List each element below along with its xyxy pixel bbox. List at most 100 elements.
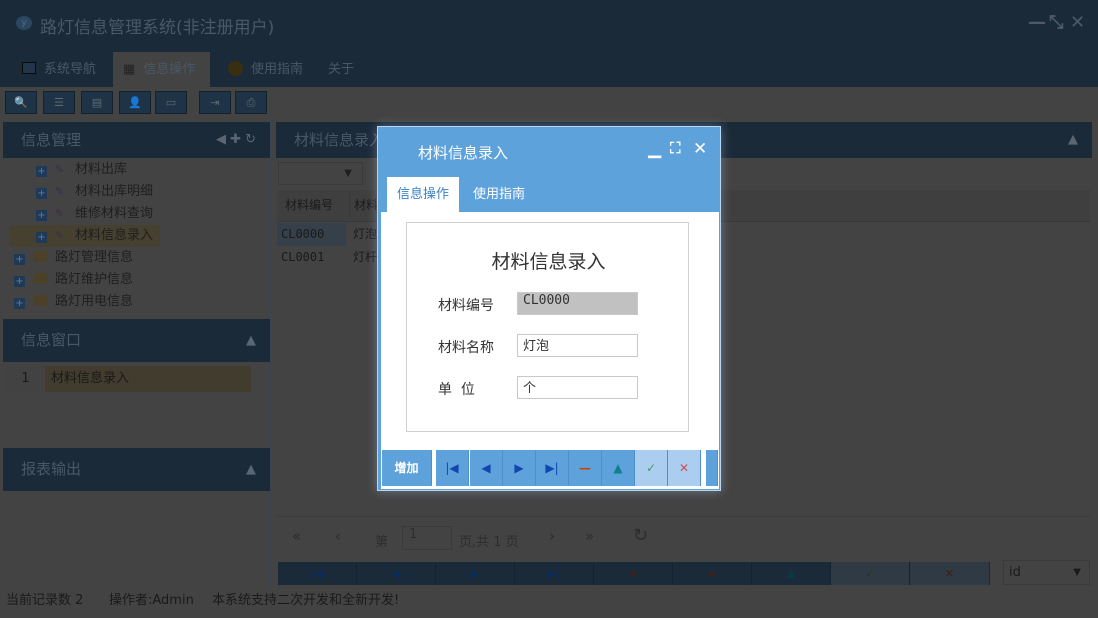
close-icon[interactable]: ✕ <box>1070 12 1085 33</box>
table-cell[interactable]: 灯泡 <box>349 223 377 246</box>
field-label: 单 位 <box>438 379 475 399</box>
first-record-icon[interactable]: |◀ <box>278 562 357 585</box>
last-record-icon[interactable]: ▶| <box>515 562 594 585</box>
folder-icon <box>33 273 48 284</box>
page-input[interactable]: 1 <box>402 526 452 550</box>
prev-record-icon[interactable]: ◀ <box>357 562 436 585</box>
window-icon[interactable]: ▭ <box>155 91 187 114</box>
panel-header-info-mgmt: 信息管理 ◀ ✚ ↻ <box>3 122 270 158</box>
confirm-icon[interactable]: ✓ <box>635 450 668 486</box>
panel-tools[interactable]: ◀ ✚ ↻ <box>216 122 256 158</box>
last-page-icon[interactable]: » <box>585 527 594 545</box>
prev-page-icon[interactable]: ‹ <box>335 527 341 545</box>
tree-item[interactable]: +✎材料出库 <box>10 159 268 181</box>
sort-field-select[interactable]: id▼ <box>1003 560 1090 585</box>
tree-item[interactable]: +✎材料出库明细 <box>10 181 268 203</box>
help-icon <box>228 61 243 76</box>
document-icon[interactable]: ▤ <box>81 91 113 114</box>
tree-item-label: 路灯用电信息 <box>55 294 133 309</box>
filter-dropdown[interactable]: ▼ <box>278 162 363 185</box>
unit-input[interactable]: 个 <box>517 376 638 399</box>
dialog-tab-guide[interactable]: 使用指南 <box>463 177 535 212</box>
tab-system-nav[interactable]: 系统导航 <box>12 52 106 87</box>
tree-item-label: 材料信息录入 <box>75 228 153 243</box>
cancel-icon[interactable]: ✕ <box>668 450 701 486</box>
page-label: 第 <box>375 531 388 550</box>
tree-folder[interactable]: +路灯用电信息 <box>10 291 268 313</box>
collapse-icon: ▲ <box>246 319 256 362</box>
form-title: 材料信息录入 <box>407 247 690 274</box>
status-bar: 当前记录数 2 操作者:Admin 本系统支持二次开发和全新开发! <box>0 590 1098 612</box>
minimize-icon[interactable]: ▁ <box>648 139 661 159</box>
delete-icon[interactable]: — <box>569 450 602 486</box>
page-total: 页,共 1 页 <box>459 531 519 550</box>
first-page-icon[interactable]: « <box>292 527 301 545</box>
users-icon[interactable]: 👤 <box>119 91 151 114</box>
list-icon[interactable]: ☰ <box>43 91 75 114</box>
grid-body: CL0000 灯泡 CL0001 灯杆 <box>277 223 377 269</box>
panel-header-info-window[interactable]: 信息窗口▲ <box>3 319 270 362</box>
collapse-icon: ▲ <box>246 448 256 491</box>
tab-about[interactable]: 关于 <box>318 52 364 87</box>
dialog-toolbar: 增加 |◀ ◀ ▶ ▶| — ▲ ✓ ✕ <box>381 449 719 489</box>
tree-item-label: 路灯维护信息 <box>55 272 133 287</box>
add-button[interactable]: 增加 <box>382 450 432 486</box>
material-code-input[interactable]: CL0000 <box>517 292 638 315</box>
cancel-icon[interactable]: ✕ <box>910 562 989 585</box>
edit-icon[interactable]: ▲ <box>602 450 635 486</box>
tree-folder[interactable]: +路灯维护信息 <box>10 269 268 291</box>
tree-item-label: 维修材料查询 <box>75 206 153 221</box>
restore-icon[interactable]: ⤡ <box>1049 12 1063 33</box>
search-icon[interactable]: 🔍 <box>5 91 37 114</box>
collapse-icon[interactable]: ▲ <box>1068 122 1078 158</box>
tab-info-ops[interactable]: ▦信息操作 <box>113 52 210 87</box>
record-count: 当前记录数 2 <box>6 590 83 612</box>
refresh-icon[interactable]: ↻ <box>633 525 648 546</box>
wand-icon: ✎ <box>55 159 67 181</box>
last-record-icon[interactable]: ▶| <box>536 450 569 486</box>
window-list-item[interactable]: 1材料信息录入 <box>6 366 251 395</box>
more-button[interactable] <box>706 450 718 486</box>
maximize-icon[interactable]: ⛶ <box>670 139 681 157</box>
delete-record-icon[interactable]: = <box>673 562 752 585</box>
nav-tree: +✎材料出库 +✎材料出库明细 +✎维修材料查询 +✎材料信息录入 +路灯管理信… <box>10 159 268 313</box>
status-note: 本系统支持二次开发和全新开发! <box>212 590 399 612</box>
tree-item-label: 路灯管理信息 <box>55 250 133 265</box>
field-label: 材料编号 <box>438 295 494 315</box>
close-icon[interactable]: ✕ <box>693 139 707 159</box>
tree-folder[interactable]: +路灯管理信息 <box>10 247 268 269</box>
next-record-icon[interactable]: ▶ <box>436 562 515 585</box>
table-cell[interactable]: CL0000 <box>277 223 346 246</box>
export-icon[interactable]: ⇥ <box>199 91 231 114</box>
print-icon[interactable]: ⎙ <box>235 91 267 114</box>
next-record-icon[interactable]: ▶ <box>503 450 536 486</box>
panel-header-reports[interactable]: 报表输出▲ <box>3 448 270 491</box>
dialog-tab-ops[interactable]: 信息操作 <box>387 177 459 212</box>
first-record-icon[interactable]: |◀ <box>436 450 469 486</box>
edit-record-icon[interactable]: ▲ <box>752 562 831 585</box>
operator: 操作者:Admin <box>109 590 194 612</box>
app-title: 路灯信息管理系统(非注册用户) <box>40 13 274 38</box>
table-cell[interactable]: 灯杆 <box>349 246 377 269</box>
column-header: 材料编号 <box>281 194 333 217</box>
wand-icon: ✎ <box>55 181 67 203</box>
tree-item-selected[interactable]: +✎材料信息录入 <box>10 225 160 247</box>
prev-record-icon[interactable]: ◀ <box>470 450 503 486</box>
record-nav-bar: |◀ ◀ ▶ ▶| + = ▲ ✓ ✕ <box>278 562 990 585</box>
monitor-icon <box>22 62 36 74</box>
next-page-icon[interactable]: › <box>549 527 555 545</box>
entry-form: 材料信息录入 材料编号 CL0000 材料名称 灯泡 单 位 个 <box>406 222 689 432</box>
tab-guide[interactable]: 使用指南 <box>218 52 313 87</box>
tree-item[interactable]: +✎维修材料查询 <box>10 203 268 225</box>
grid-icon: ▦ <box>123 62 135 77</box>
folder-icon <box>33 295 48 306</box>
tree-item-label: 材料出库 <box>75 162 127 177</box>
panel-title: 信息管理 <box>21 131 81 149</box>
folder-icon <box>33 251 48 262</box>
confirm-icon[interactable]: ✓ <box>831 562 910 585</box>
add-record-icon[interactable]: + <box>594 562 673 585</box>
table-cell[interactable]: CL0001 <box>277 246 324 269</box>
material-name-input[interactable]: 灯泡 <box>517 334 638 357</box>
dialog-body: 材料信息录入 材料编号 CL0000 材料名称 灯泡 单 位 个 <box>381 212 719 449</box>
minimize-icon[interactable]: — <box>1028 12 1046 33</box>
